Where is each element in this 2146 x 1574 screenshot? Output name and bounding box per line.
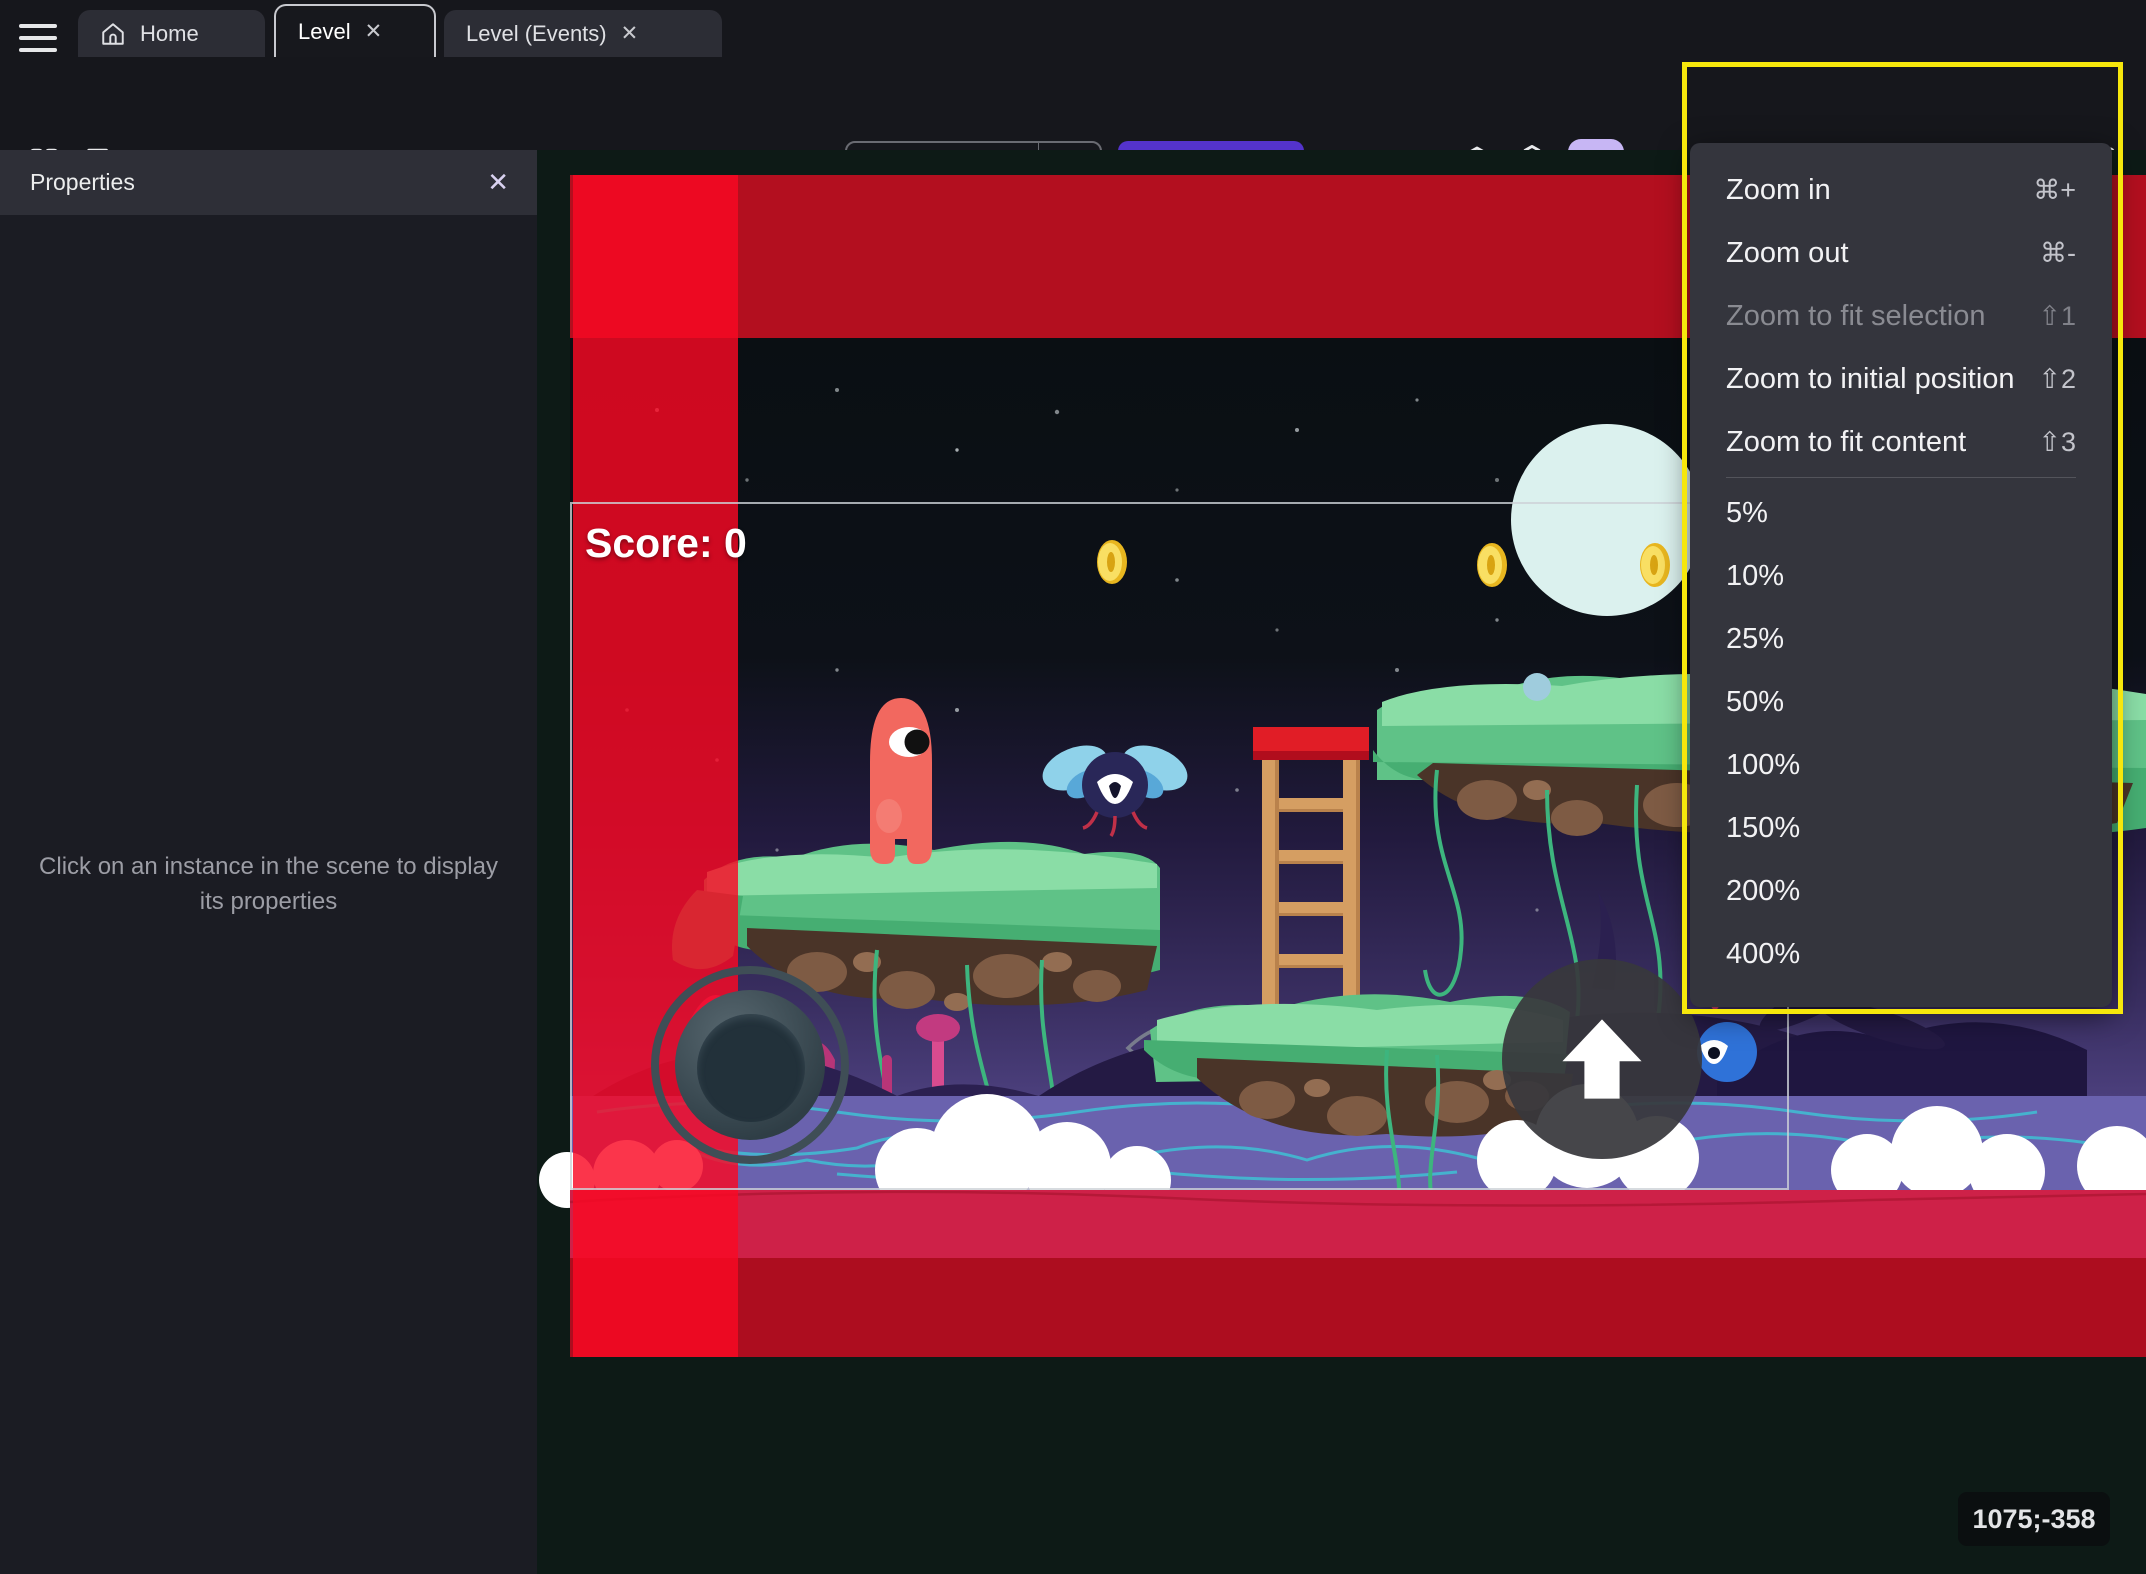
properties-panel: Properties ✕ Click on an instance in the… (0, 150, 537, 1574)
main-toolbar: Preview ▼ Publish (0, 57, 2146, 197)
zoom-level-label: 5% (1726, 497, 1768, 529)
properties-empty-message: Click on an instance in the scene to dis… (39, 853, 498, 915)
menu-item-zoom-150[interactable]: 150% (1690, 797, 2112, 860)
tab-home[interactable]: Home (78, 10, 265, 57)
menu-item-zoom-fit-selection[interactable]: Zoom to fit selection ⇧1 (1690, 285, 2112, 348)
jump-button[interactable] (1502, 959, 1702, 1159)
tab-level-events-label: Level (Events) (466, 20, 607, 46)
menu-item-zoom-fit-content[interactable]: Zoom to fit content ⇧3 (1690, 411, 2112, 474)
zoom-level-label: 200% (1726, 875, 1801, 907)
tab-level-events-close-icon[interactable]: ✕ (621, 21, 639, 46)
tab-level-close-icon[interactable]: ✕ (365, 19, 383, 44)
cursor-coordinates-badge: 1075;-358 (1958, 1492, 2110, 1546)
menu-item-zoom-200[interactable]: 200% (1690, 860, 2112, 923)
menu-item-shortcut: ⌘- (2040, 238, 2076, 268)
zoom-dropdown-menu: Zoom in ⌘+ Zoom out ⌘- Zoom to fit selec… (1690, 143, 2112, 1007)
menu-item-zoom-400[interactable]: 400% (1690, 923, 2112, 986)
menu-item-label: Zoom to fit content (1726, 426, 1967, 458)
tab-home-label: Home (140, 20, 199, 46)
up-arrow-icon (1562, 1019, 1642, 1099)
menu-item-label: Zoom to fit selection (1726, 300, 1986, 332)
tab-level[interactable]: Level ✕ (274, 4, 436, 57)
app-window: Home Level ✕ Level (Events) ✕ Preview (0, 0, 2146, 1574)
home-icon (100, 21, 126, 47)
menu-item-zoom-100[interactable]: 100% (1690, 734, 2112, 797)
menu-item-zoom-10[interactable]: 10% (1690, 545, 2112, 608)
zoom-level-label: 50% (1726, 686, 1785, 718)
menu-item-shortcut: ⇧3 (2038, 427, 2076, 457)
menu-item-zoom-out[interactable]: Zoom out ⌘- (1690, 222, 2112, 285)
hamburger-menu-icon[interactable] (14, 20, 62, 56)
tab-level-label: Level (298, 18, 351, 44)
menu-item-shortcut: ⇧2 (2038, 364, 2076, 394)
menu-item-zoom-in[interactable]: Zoom in ⌘+ (1690, 159, 2112, 222)
zoom-level-label: 10% (1726, 560, 1785, 592)
menu-item-shortcut: ⇧1 (2038, 301, 2076, 331)
menu-item-label: Zoom to initial position (1726, 363, 2015, 395)
menu-item-zoom-5[interactable]: 5% (1690, 482, 2112, 545)
level-ground-dark (570, 1258, 2146, 1357)
menu-item-zoom-25[interactable]: 25% (1690, 608, 2112, 671)
zoom-level-label: 100% (1726, 749, 1801, 781)
menu-item-label: Zoom in (1726, 174, 1831, 206)
menu-item-shortcut: ⌘+ (2033, 175, 2076, 205)
zoom-level-label: 400% (1726, 938, 1801, 970)
menu-divider (1726, 477, 2076, 478)
joystick-core (697, 1014, 805, 1122)
properties-panel-title: Properties (30, 169, 135, 195)
menu-item-zoom-50[interactable]: 50% (1690, 671, 2112, 734)
menu-item-zoom-initial-position[interactable]: Zoom to initial position ⇧2 (1690, 348, 2112, 411)
tab-level-events[interactable]: Level (Events) ✕ (444, 10, 722, 57)
zoom-level-label: 25% (1726, 623, 1785, 655)
properties-panel-close-icon[interactable]: ✕ (487, 167, 509, 198)
top-tab-bar: Home Level ✕ Level (Events) ✕ (0, 0, 2146, 57)
zoom-level-label: 150% (1726, 812, 1801, 844)
menu-item-label: Zoom out (1726, 237, 1849, 269)
score-hud: Score: 0 (585, 520, 747, 566)
properties-panel-header: Properties ✕ (0, 150, 537, 215)
